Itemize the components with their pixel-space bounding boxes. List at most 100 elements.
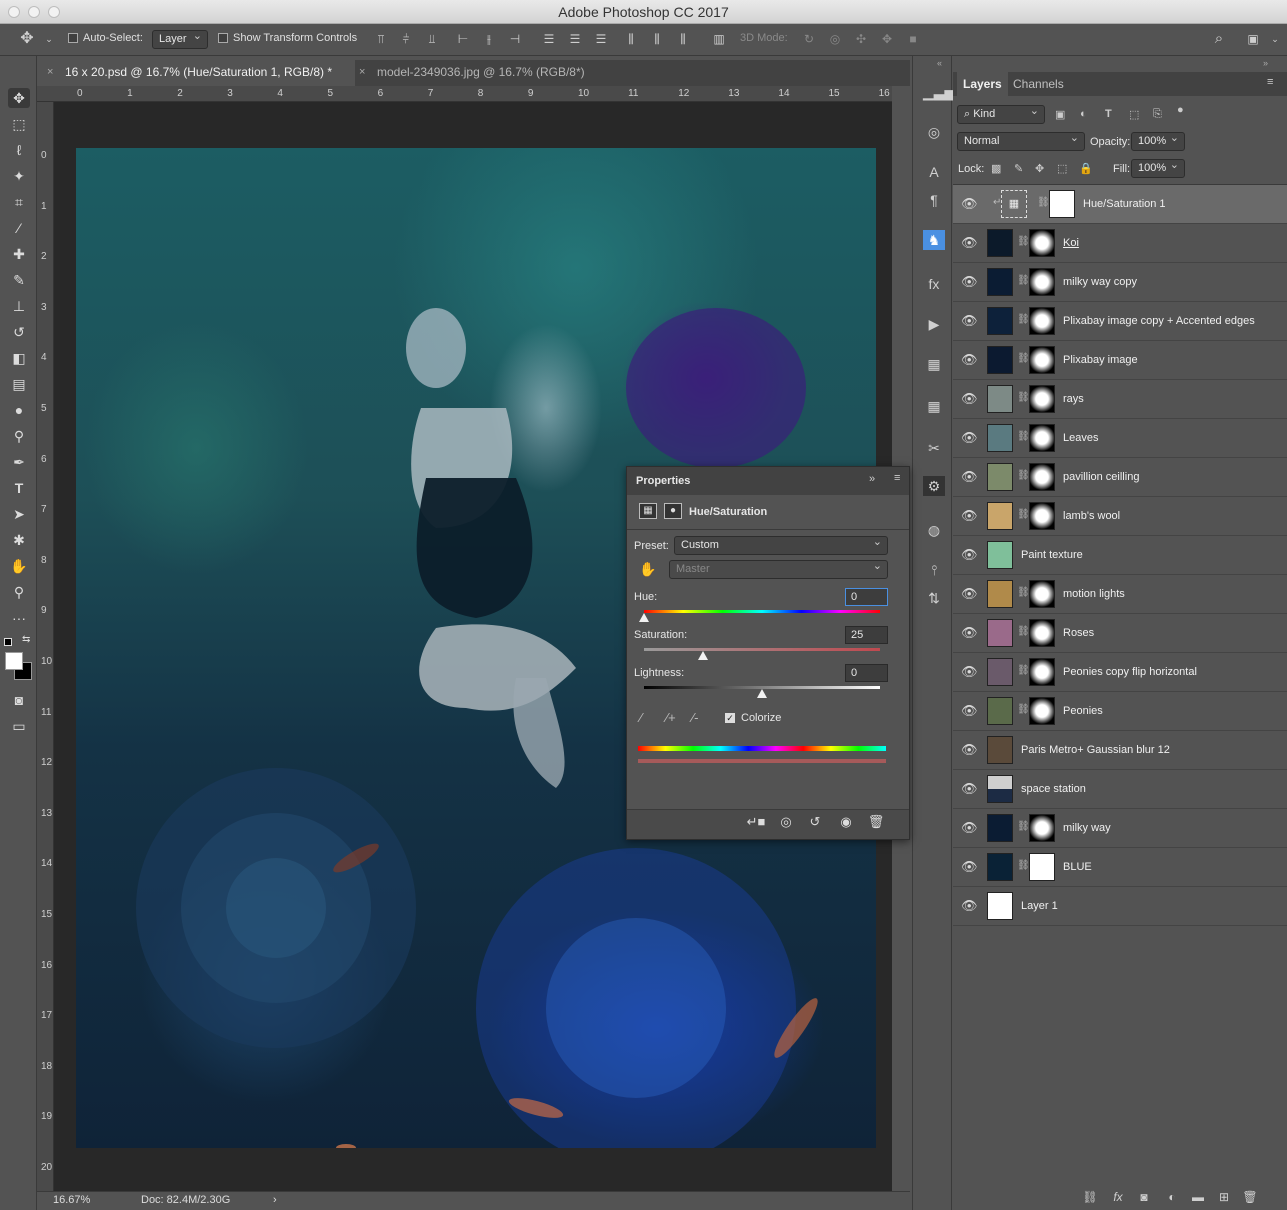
eyedropper-icon[interactable]: ⁄ [640, 710, 642, 725]
layer-name[interactable]: lamb's wool [1063, 510, 1120, 522]
align-hcenter-icon[interactable]: ⫲ [482, 32, 496, 46]
align-vcenter-icon[interactable]: ⫩ [399, 32, 413, 46]
layer-thumbnail[interactable] [987, 892, 1013, 920]
layer-thumbnail[interactable] [987, 502, 1013, 530]
type-tool-icon[interactable]: T [8, 478, 30, 498]
layer-mask-thumbnail[interactable] [1029, 424, 1055, 452]
3d-pan-icon[interactable]: ✣ [854, 32, 868, 46]
swap-colors-icon[interactable]: ⇆ [22, 634, 30, 645]
more-tools-icon[interactable]: ··· [8, 608, 30, 628]
blur-tool-icon[interactable]: ● [8, 400, 30, 420]
hue-value-field[interactable]: 0 [845, 588, 888, 606]
reset-icon[interactable]: ↺ [805, 813, 825, 831]
layer-name[interactable]: Peonies [1063, 705, 1103, 717]
clone-source-icon[interactable]: ⇅ [923, 588, 945, 608]
layer-row[interactable]: 👁 ⛓ Plixabay image [953, 341, 1287, 380]
panel-menu-icon[interactable]: ≡ [1267, 76, 1273, 88]
brush-tool-icon[interactable]: ✎ [8, 270, 30, 290]
layer-row[interactable]: 👁 space station [953, 770, 1287, 809]
layer-thumbnail[interactable] [987, 775, 1013, 803]
layer-row[interactable]: 👁 ⛓ Leaves [953, 419, 1287, 458]
move-tool-icon[interactable]: ✥ [8, 88, 30, 108]
layer-thumbnail[interactable] [987, 853, 1013, 881]
visibility-eye-icon[interactable]: 👁 [961, 703, 978, 719]
lock-transparent-icon[interactable]: ▩ [991, 162, 1001, 175]
3d-slide-icon[interactable]: ✥ [880, 32, 894, 46]
distribute-vcenter-icon[interactable]: ☰ [568, 32, 582, 46]
styles-fx-icon[interactable]: fx [923, 274, 945, 294]
layer-row[interactable]: 👁 Layer 1 [953, 887, 1287, 926]
auto-select-check-icon[interactable] [68, 33, 78, 44]
3d-scale-icon[interactable]: ■ [906, 32, 920, 46]
close-window-button[interactable] [8, 6, 20, 18]
layer-name[interactable]: Leaves [1063, 432, 1098, 444]
auto-select-dropdown[interactable]: Layer [152, 28, 208, 49]
tab-document-psd[interactable]: × 16 x 20.psd @ 16.7% (Hue/Saturation 1,… [37, 60, 355, 86]
visibility-eye-icon[interactable]: 👁 [961, 508, 978, 524]
healing-brush-tool-icon[interactable]: ✚ [8, 244, 30, 264]
visibility-eye-icon[interactable]: 👁 [961, 235, 978, 251]
tab-layers[interactable]: Layers [957, 72, 1008, 96]
layer-thumbnail[interactable] [987, 658, 1013, 686]
zoom-window-button[interactable] [48, 6, 60, 18]
properties-icon[interactable]: ⚙ [923, 476, 945, 496]
tab-document-jpg[interactable]: × model-2349036.jpg @ 16.7% (RGB/8*) [349, 60, 649, 86]
lasso-tool-icon[interactable]: ℓ [8, 140, 30, 160]
hue-slider-track[interactable] [644, 610, 880, 613]
lightness-value-field[interactable]: 0 [845, 664, 888, 682]
layer-name[interactable]: milky way [1063, 822, 1111, 834]
visibility-eye-icon[interactable]: 👁 [961, 469, 978, 485]
layer-name[interactable]: Plixabay image [1063, 354, 1138, 366]
eyedropper-add-icon[interactable]: ⁄+ [666, 710, 676, 725]
lock-position-icon[interactable]: ✥ [1035, 162, 1044, 175]
tab-channels[interactable]: Channels [1007, 72, 1070, 96]
zoom-level[interactable]: 16.67% [53, 1194, 90, 1206]
layer-row[interactable]: 👁 ⛓ milky way copy [953, 263, 1287, 302]
ruler-horizontal[interactable]: 0 1 2 3 4 5 6 7 8 9 10 11 12 13 14 15 16 [37, 86, 892, 102]
tool-presets-icon[interactable]: ✂ [923, 438, 945, 458]
brush-presets-icon[interactable]: ⫯ [923, 560, 945, 580]
colorize-checkbox[interactable]: ✓ [725, 713, 735, 723]
layer-name[interactable]: BLUE [1063, 861, 1092, 873]
layer-thumbnail[interactable] [987, 463, 1013, 491]
link-chain-icon[interactable]: ⛓ [1017, 353, 1030, 364]
layer-thumbnail[interactable] [987, 268, 1013, 296]
dodge-tool-icon[interactable]: ⚲ [8, 426, 30, 446]
properties-menu-icon[interactable]: ≡ [894, 472, 900, 484]
link-chain-icon[interactable]: ⛓ [1037, 197, 1050, 208]
layer-mask-thumbnail[interactable] [1049, 190, 1075, 218]
targeted-adjustment-icon[interactable]: ✋ [639, 561, 656, 578]
layer-mask-thumbnail[interactable] [1029, 268, 1055, 296]
layer-name[interactable]: Peonies copy flip horizontal [1063, 666, 1197, 678]
channel-dropdown[interactable]: Master [669, 558, 888, 579]
show-transform-checkbox[interactable]: Show Transform Controls [218, 32, 357, 44]
swatches-grid-icon[interactable]: ▦ [923, 396, 945, 416]
toggle-visibility-icon[interactable]: ◉ [836, 813, 856, 831]
layer-name[interactable]: Paint texture [1021, 549, 1083, 561]
align-top-icon[interactable]: ⫪ [374, 32, 388, 46]
visibility-eye-icon[interactable]: 👁 [961, 820, 978, 836]
layer-thumbnail[interactable] [987, 307, 1013, 335]
add-mask-icon[interactable]: ◙ [1135, 1190, 1153, 1204]
link-chain-icon[interactable]: ⛓ [1017, 275, 1030, 286]
hand-tool-icon[interactable]: ✋ [8, 556, 30, 576]
saturation-slider-knob[interactable] [698, 651, 708, 660]
layer-name[interactable]: motion lights [1063, 588, 1125, 600]
layer-thumbnail[interactable] [987, 229, 1013, 257]
ruler-vertical[interactable]: 0 1 2 3 4 5 6 7 8 9 10 11 12 13 14 15 16 17 18 19 20 [37, 102, 54, 1191]
layer-thumbnail[interactable] [987, 619, 1013, 647]
layer-thumbnail[interactable] [987, 424, 1013, 452]
layer-name[interactable]: Plixabay image copy + Accented edges [1063, 315, 1255, 327]
eyedropper-subtract-icon[interactable]: ⁄- [692, 710, 699, 725]
screen-mode-icon[interactable]: ▭ [8, 716, 30, 736]
distribute-top-icon[interactable]: ☰ [542, 32, 556, 46]
status-menu-arrow[interactable]: › [273, 1194, 277, 1206]
layer-row[interactable]: 👁 ⛓ Roses [953, 614, 1287, 653]
layer-name[interactable]: Paris Metro+ Gaussian blur 12 [1021, 744, 1170, 756]
layer-mask-thumbnail[interactable] [1029, 619, 1055, 647]
layer-mask-thumbnail[interactable] [1029, 385, 1055, 413]
lock-artboard-icon[interactable]: ⬚ [1057, 162, 1067, 175]
distribute-left-icon[interactable]: ⫼ [624, 32, 638, 46]
eraser-tool-icon[interactable]: ◧ [8, 348, 30, 368]
visibility-eye-icon[interactable]: 👁 [961, 781, 978, 797]
